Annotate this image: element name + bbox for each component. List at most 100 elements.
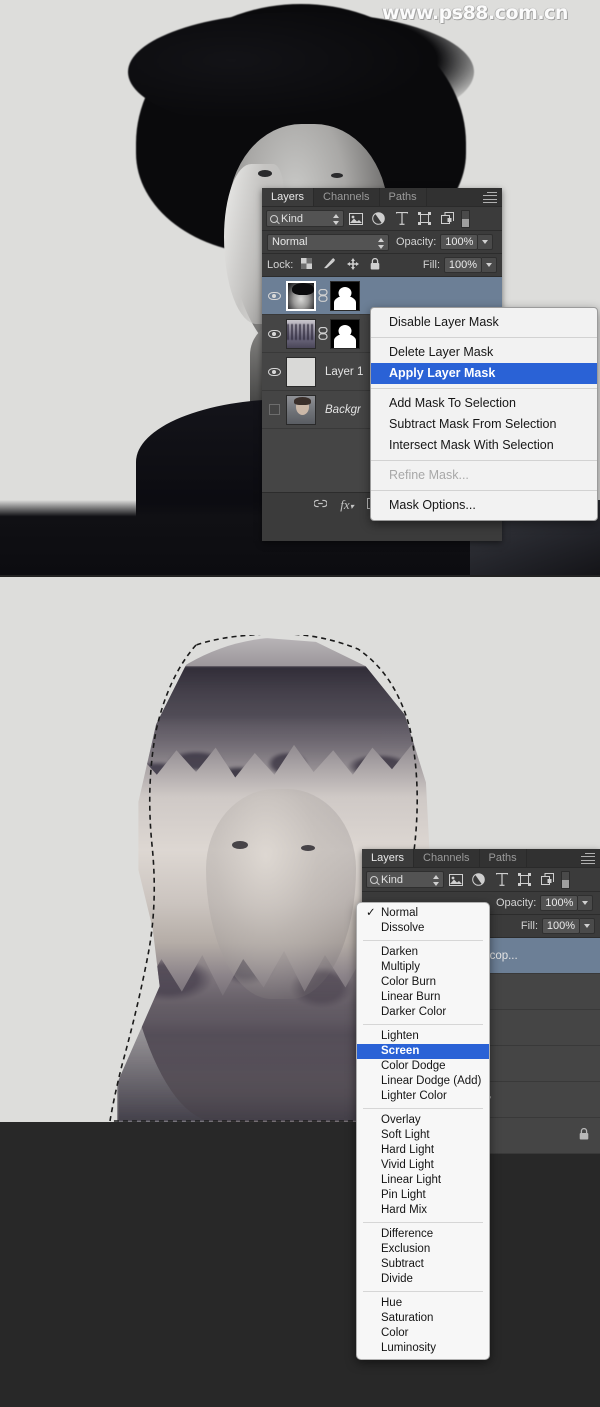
layer-styles-fx-icon[interactable]: fx▾ <box>340 497 353 513</box>
layer-mask-thumbnail[interactable] <box>330 280 360 311</box>
blend-mode-option[interactable]: Divide <box>357 1272 489 1287</box>
blend-mode-option[interactable]: Linear Burn <box>357 990 489 1005</box>
adjustment-layer-filter-icon[interactable] <box>467 870 490 890</box>
menu-item[interactable]: Add Mask To Selection <box>371 393 597 414</box>
menu-item[interactable]: Delete Layer Mask <box>371 342 597 363</box>
lock-transparent-pixels-icon[interactable] <box>301 258 313 272</box>
blend-mode-option[interactable]: Lighter Color <box>357 1089 489 1104</box>
layer-thumbnail[interactable] <box>286 280 316 311</box>
blend-mode-option[interactable]: Difference <box>357 1227 489 1242</box>
blend-mode-option[interactable]: Saturation <box>357 1311 489 1326</box>
blend-mode-option[interactable]: ✓ Normal <box>357 906 489 921</box>
stepper-icon[interactable] <box>333 214 340 225</box>
blend-mode-option[interactable]: Linear Light <box>357 1173 489 1188</box>
layer-filter-bar-top[interactable]: Kind <box>262 207 502 231</box>
filter-enable-toggle[interactable] <box>461 209 470 228</box>
link-layers-icon[interactable] <box>313 499 328 511</box>
type-layer-filter-icon[interactable] <box>390 209 413 229</box>
tab-paths[interactable]: Paths <box>479 849 527 867</box>
fill-input[interactable]: 100% <box>444 257 482 273</box>
opacity-dropdown-arrow-icon[interactable] <box>578 895 594 911</box>
blend-mode-option[interactable]: Hard Light <box>357 1143 489 1158</box>
menu-item[interactable]: Intersect Mask With Selection <box>371 435 597 456</box>
lock-image-pixels-icon[interactable] <box>323 258 336 272</box>
blend-mode-option[interactable]: Pin Light <box>357 1188 489 1203</box>
pixel-layer-filter-icon[interactable] <box>344 209 367 229</box>
menu-item[interactable]: Apply Layer Mask <box>371 363 597 384</box>
blend-mode-option[interactable]: Overlay <box>357 1113 489 1128</box>
panel-tabbar-bottom[interactable]: Layers Channels Paths <box>362 849 600 868</box>
layer-thumbnail[interactable] <box>286 394 316 425</box>
layer-visibility-toggle[interactable] <box>262 404 286 415</box>
smart-object-filter-icon[interactable] <box>536 870 559 890</box>
link-icon[interactable] <box>316 289 330 302</box>
tab-paths[interactable]: Paths <box>379 188 427 206</box>
menu-item[interactable]: Mask Options... <box>371 495 597 516</box>
opacity-dropdown-arrow-icon[interactable] <box>478 234 494 250</box>
tab-channels[interactable]: Channels <box>414 849 480 867</box>
blend-mode-option[interactable]: Darken <box>357 945 489 960</box>
tab-layers[interactable]: Layers <box>362 849 415 867</box>
pixel-layer-filter-icon[interactable] <box>444 870 467 890</box>
blend-mode-option[interactable]: Luminosity <box>357 1341 489 1356</box>
filter-enable-toggle[interactable] <box>561 870 570 889</box>
lock-row-top[interactable]: Lock: Fill: 100% <box>262 254 502 277</box>
blend-mode-row-top[interactable]: Normal Opacity: 100% <box>262 231 502 254</box>
lock-label: Lock: <box>267 259 294 271</box>
layer-mask-thumbnail[interactable] <box>330 318 360 349</box>
panel-tabbar-top[interactable]: Layers Channels Paths <box>262 188 502 207</box>
filter-kind-select[interactable]: Kind <box>266 210 344 227</box>
tab-channels[interactable]: Channels <box>314 188 380 206</box>
panel-menu-icon[interactable] <box>483 192 497 203</box>
blend-mode-dropdown[interactable]: ✓ Normal Dissolve Darken Multiply Color Burn L… <box>356 902 490 1360</box>
opacity-input[interactable]: 100% <box>440 234 479 250</box>
tab-layers[interactable]: Layers <box>262 188 315 206</box>
blend-mode-option[interactable]: Darker Color <box>357 1005 489 1020</box>
opacity-input[interactable]: 100% <box>540 895 579 911</box>
layer-filter-bar-bottom[interactable]: Kind <box>362 868 600 892</box>
layer-visibility-toggle[interactable] <box>262 291 286 300</box>
shape-layer-filter-icon[interactable] <box>413 209 436 229</box>
blend-mode-option[interactable]: Subtract <box>357 1257 489 1272</box>
blend-mode-option[interactable]: Color Dodge <box>357 1059 489 1074</box>
blend-mode-option[interactable]: Color <box>357 1326 489 1341</box>
blend-mode-option[interactable]: Hard Mix <box>357 1203 489 1218</box>
blend-mode-option[interactable]: Screen <box>357 1044 489 1059</box>
blend-mode-option[interactable]: Soft Light <box>357 1128 489 1143</box>
layer-name[interactable]: Layer 1 <box>325 366 363 378</box>
layer-thumbnail[interactable] <box>286 318 316 349</box>
layer-thumbnail[interactable] <box>286 356 316 387</box>
smart-object-filter-icon[interactable] <box>436 209 459 229</box>
layer-visibility-toggle[interactable] <box>262 329 286 338</box>
blend-mode-option[interactable]: Color Burn <box>357 975 489 990</box>
fill-dropdown-arrow-icon[interactable] <box>580 918 595 934</box>
type-layer-filter-icon[interactable] <box>490 870 513 890</box>
layer-name[interactable]: Backgr <box>325 404 361 416</box>
layer-visibility-toggle[interactable] <box>262 367 286 376</box>
blend-mode-option[interactable]: Exclusion <box>357 1242 489 1257</box>
blend-mode-option-label: Linear Burn <box>381 991 441 1003</box>
adjustment-layer-filter-icon[interactable] <box>367 209 390 229</box>
fill-dropdown-arrow-icon[interactable] <box>482 257 497 273</box>
layer-mask-context-menu[interactable]: Disable Layer Mask Delete Layer Mask Apply… <box>370 307 598 521</box>
filter-kind-label: Kind <box>381 873 404 886</box>
blend-mode-option[interactable]: Vivid Light <box>357 1158 489 1173</box>
menu-item[interactable]: Disable Layer Mask <box>371 312 597 333</box>
blend-mode-option[interactable]: Linear Dodge (Add) <box>357 1074 489 1089</box>
panel-menu-icon[interactable] <box>581 853 595 864</box>
blend-mode-option[interactable]: Dissolve <box>357 921 489 936</box>
link-icon[interactable] <box>316 327 330 340</box>
lock-all-icon[interactable] <box>370 257 380 273</box>
filter-kind-select[interactable]: Kind <box>366 871 444 888</box>
stepper-icon[interactable] <box>378 237 385 249</box>
blend-mode-option[interactable]: Hue <box>357 1296 489 1311</box>
shape-layer-filter-icon[interactable] <box>513 870 536 890</box>
menu-item[interactable]: Subtract Mask From Selection <box>371 414 597 435</box>
stepper-icon[interactable] <box>433 875 440 886</box>
blend-mode-option-label: Lighten <box>381 1030 419 1042</box>
fill-input[interactable]: 100% <box>542 918 580 934</box>
blend-mode-select[interactable]: Normal <box>267 233 389 251</box>
lock-position-icon[interactable] <box>347 257 360 273</box>
blend-mode-option[interactable]: Lighten <box>357 1029 489 1044</box>
blend-mode-option[interactable]: Multiply <box>357 960 489 975</box>
